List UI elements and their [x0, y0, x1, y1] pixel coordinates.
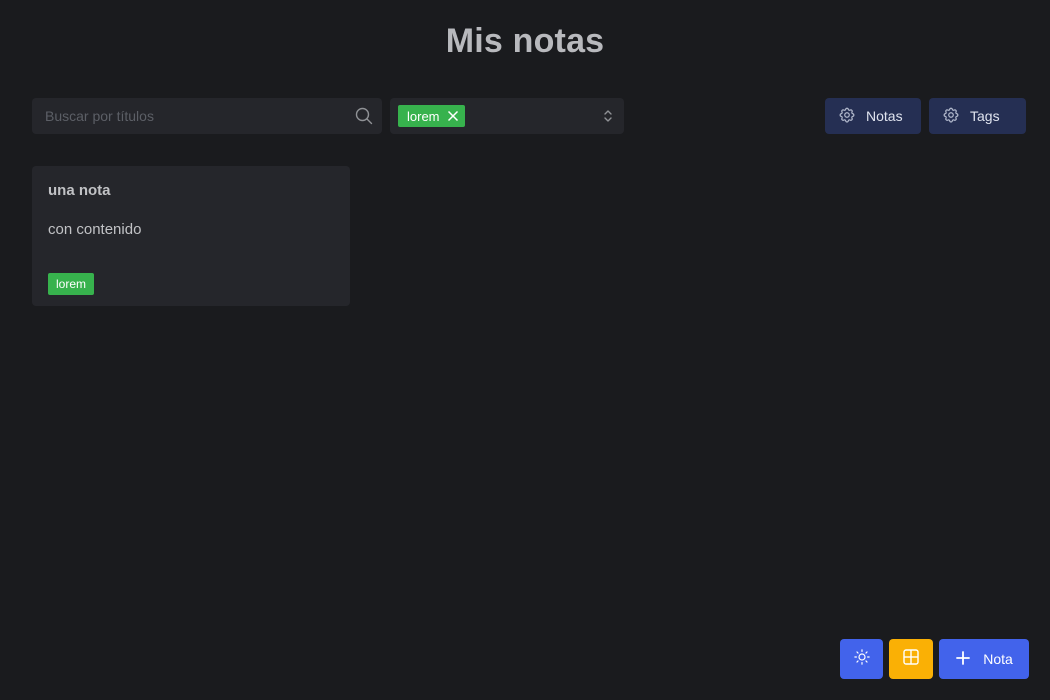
tags-settings-button[interactable]: Tags [929, 98, 1026, 134]
new-note-button[interactable]: Nota [939, 639, 1029, 679]
tags-settings-label: Tags [970, 108, 1000, 124]
sun-icon [853, 648, 871, 671]
close-icon[interactable] [447, 110, 459, 122]
new-note-label: Nota [983, 651, 1013, 667]
note-body: con contenido [48, 221, 142, 238]
grid-icon [902, 648, 920, 671]
chevron-up-down-icon[interactable] [602, 107, 614, 130]
gear-icon [942, 106, 960, 127]
theme-toggle-button[interactable] [840, 639, 883, 679]
search-input[interactable] [32, 98, 346, 134]
tag-filter-chip: lorem [398, 105, 465, 127]
layout-toggle-button[interactable] [889, 639, 933, 679]
gear-icon [838, 106, 856, 127]
search-box [32, 98, 382, 134]
tag-filter-select[interactable]: lorem [390, 98, 624, 134]
notes-settings-button[interactable]: Notas [825, 98, 921, 134]
note-tag-badge: lorem [48, 273, 95, 295]
plus-icon [955, 650, 971, 669]
note-title: una nota [48, 182, 111, 199]
note-card[interactable]: una nota con contenido lorem [32, 166, 350, 306]
tag-filter-chip-label: lorem [407, 108, 440, 124]
page-title: Mis notas [445, 22, 605, 60]
notes-settings-label: Notas [866, 108, 903, 124]
app: Mis notas lorem [0, 0, 1050, 700]
search-icon[interactable] [346, 98, 382, 134]
